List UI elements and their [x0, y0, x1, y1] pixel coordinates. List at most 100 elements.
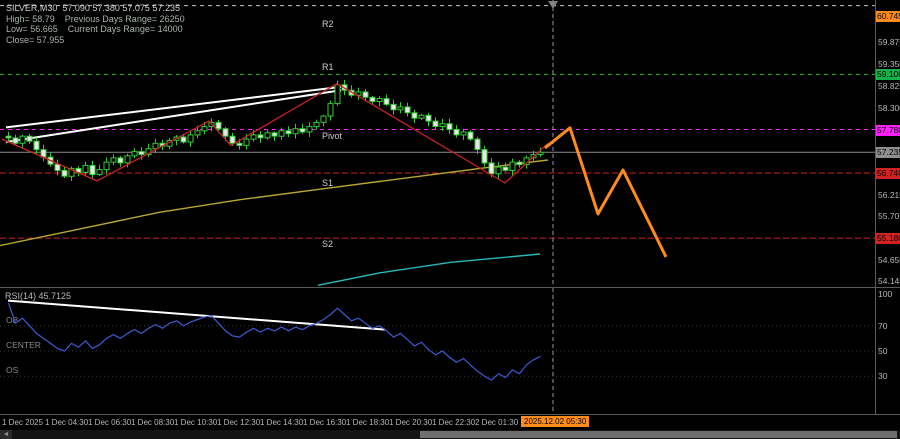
- price-axis-badge: 57.235: [876, 147, 900, 158]
- candle: [279, 131, 284, 136]
- chart-window: R2R1PivotS1S2 SILVER,M30 57.090 57.380 5…: [0, 0, 900, 439]
- candle: [454, 130, 459, 135]
- rsi-indicator-label: RSI(14) 45.7125: [5, 291, 71, 301]
- candle: [496, 167, 501, 174]
- candle: [6, 136, 11, 138]
- candle: [34, 141, 39, 149]
- info-close-line: Close= 57.955: [6, 35, 185, 46]
- pivot-label-s2: S2: [322, 239, 333, 249]
- candle: [377, 99, 382, 102]
- scroll-left-button[interactable]: ◄: [0, 430, 12, 439]
- rsi-canvas[interactable]: OB CENTER OS: [0, 288, 875, 414]
- candle: [13, 138, 18, 143]
- rsi-zone-label-center: CENTER: [6, 340, 41, 350]
- candle: [55, 164, 60, 170]
- candle: [272, 133, 277, 136]
- rsi-line: [9, 303, 541, 380]
- time-axis-label: 1 Dec 04:30: [45, 418, 88, 427]
- candle: [216, 122, 221, 128]
- candle: [97, 170, 102, 175]
- time-axis-label: 1 Dec 06:30: [88, 418, 131, 427]
- rsi-axis-label: 50: [878, 346, 887, 357]
- pivot-label-r1: R1: [322, 62, 334, 72]
- candle: [335, 85, 340, 104]
- forecast-line[interactable]: [545, 128, 666, 257]
- candle: [419, 115, 424, 118]
- candle: [20, 136, 25, 143]
- candle: [300, 129, 305, 132]
- candle: [258, 135, 263, 138]
- rsi-pane[interactable]: OB CENTER OS RSI(14) 45.7125: [0, 288, 875, 414]
- candle: [83, 165, 88, 172]
- pivot-label-pivot: Pivot: [322, 131, 343, 141]
- price-axis-label: 54.145: [878, 276, 900, 287]
- scrollbar-thumb[interactable]: [420, 431, 897, 438]
- candle: [475, 139, 480, 149]
- price-axis-badge: 60.745: [876, 11, 900, 22]
- chart-info-block: SILVER,M30 57.090 57.380 57.075 57.235 H…: [6, 3, 185, 45]
- candle: [139, 152, 144, 155]
- candle: [230, 136, 235, 143]
- candle: [482, 150, 487, 163]
- candle: [90, 165, 95, 174]
- price-axis-badge: 55.180: [876, 233, 900, 244]
- candle: [363, 92, 368, 97]
- candle: [62, 170, 67, 176]
- candle: [188, 135, 193, 142]
- price-axis-label: 56.215: [878, 190, 900, 201]
- chart-shift-marker-icon[interactable]: [548, 1, 558, 9]
- price-axis-label: 58.300: [878, 103, 900, 114]
- price-axis-label: 59.875: [878, 37, 900, 48]
- candle: [237, 143, 242, 145]
- time-axis-label: 1 Dec 14:30: [260, 418, 303, 427]
- price-axis-badge: 56.740: [876, 168, 900, 179]
- candle: [104, 162, 109, 170]
- rsi-zone-label-os: OS: [6, 365, 19, 375]
- rsi-axis[interactable]: 100 70 50 30: [876, 288, 900, 414]
- rsi-axis-label: 70: [878, 321, 887, 332]
- price-axis[interactable]: 59.87559.35058.82558.30056.21555.70554.6…: [876, 0, 900, 287]
- time-axis-label: 1 Dec 10:30: [174, 418, 217, 427]
- candle: [314, 122, 319, 126]
- candle: [447, 124, 452, 130]
- info-high-line: High= 58.79 Previous Days Range= 26250: [6, 14, 185, 25]
- trendline-2[interactable]: [6, 90, 341, 142]
- trendline-1[interactable]: [6, 87, 341, 128]
- horizontal-scrollbar[interactable]: ◄: [0, 430, 900, 439]
- rsi-trendline[interactable]: [8, 301, 385, 330]
- price-axis-label: 58.825: [878, 81, 900, 92]
- candle: [461, 132, 466, 135]
- candle: [440, 124, 445, 127]
- candle: [328, 104, 333, 117]
- time-axis[interactable]: 1 Dec 20251 Dec 04:301 Dec 06:301 Dec 08…: [0, 415, 875, 430]
- rsi-zone-label-ob: OB: [6, 315, 19, 325]
- candle: [153, 143, 158, 148]
- time-axis-badge: 2025.12.02 05:30: [521, 416, 589, 427]
- time-axis-label: 1 Dec 20:30: [389, 418, 432, 427]
- candle: [405, 107, 410, 113]
- candle: [412, 113, 417, 118]
- info-low-line: Low= 56.665 Current Days Range= 14000: [6, 24, 185, 35]
- price-axis-badge: 57.780: [876, 125, 900, 136]
- candle: [370, 97, 375, 101]
- candle: [321, 116, 326, 122]
- rsi-axis-label: 100: [878, 289, 892, 300]
- rsi-axis-label: 30: [878, 371, 887, 382]
- candle: [286, 131, 291, 134]
- time-axis-label: 1 Dec 18:30: [346, 418, 389, 427]
- candle: [265, 133, 270, 138]
- time-axis-label: 1 Dec 12:30: [217, 418, 260, 427]
- time-axis-label: 1 Dec 2025: [2, 418, 43, 427]
- candle: [195, 131, 200, 135]
- candle: [27, 136, 32, 141]
- candle: [111, 158, 116, 162]
- price-axis-label: 54.655: [878, 255, 900, 266]
- price-axis-label: 55.705: [878, 211, 900, 222]
- candle: [489, 163, 494, 174]
- candle: [433, 121, 438, 126]
- candle: [118, 158, 123, 163]
- candle: [398, 107, 403, 110]
- pivot-label-s1: S1: [322, 178, 333, 188]
- candle: [125, 156, 130, 163]
- price-chart-pane[interactable]: R2R1PivotS1S2 SILVER,M30 57.090 57.380 5…: [0, 0, 875, 287]
